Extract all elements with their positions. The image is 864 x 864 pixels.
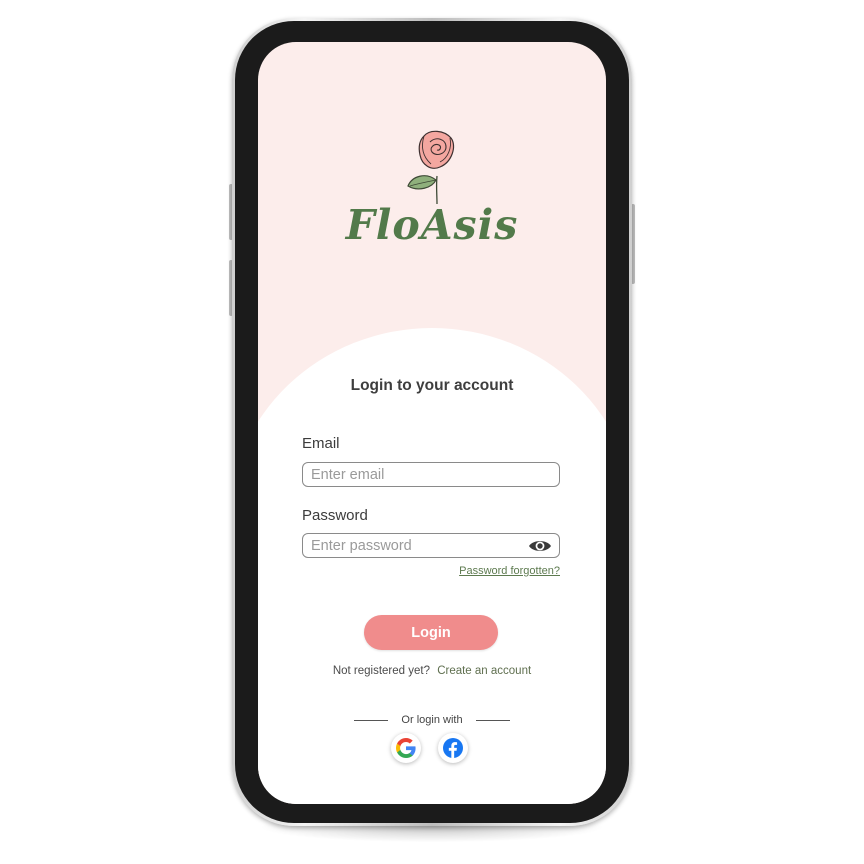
register-prompt-text: Not registered yet? <box>332 665 430 677</box>
app-screen: FloAsis Login to your account Email Pass… <box>258 42 606 804</box>
brand-logo: FloAsis <box>345 201 519 249</box>
divider-line-left <box>354 719 388 721</box>
login-title: Login to your account <box>350 377 514 394</box>
register-prompt: Not registered yet? Create an account <box>258 665 606 677</box>
email-label: Email <box>302 435 340 452</box>
login-button[interactable]: Login <box>364 615 498 650</box>
facebook-login-button[interactable] <box>438 733 468 763</box>
social-divider: Or login with <box>354 713 510 727</box>
facebook-icon <box>443 738 463 758</box>
divider-line-right <box>475 719 510 721</box>
forgot-password-link[interactable]: Password forgotten? <box>408 565 560 577</box>
eye-icon[interactable] <box>528 538 552 554</box>
google-login-button[interactable] <box>391 733 421 763</box>
password-label: Password <box>302 507 368 524</box>
google-icon <box>396 738 416 758</box>
password-field[interactable] <box>302 533 560 558</box>
rose-flower-icon <box>407 130 455 205</box>
email-field[interactable] <box>302 462 560 487</box>
create-account-link[interactable]: Create an account <box>437 665 531 677</box>
or-login-with-label: Or login with <box>401 714 463 726</box>
